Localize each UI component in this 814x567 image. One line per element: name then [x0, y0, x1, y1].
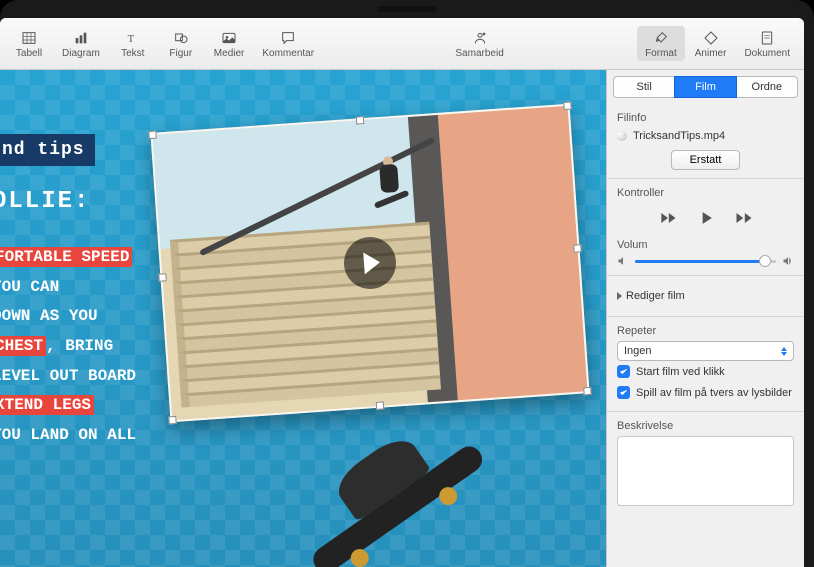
kommentar-button[interactable]: Kommentar: [254, 26, 322, 61]
tekst-button[interactable]: TTekst: [110, 26, 156, 61]
medier-button[interactable]: Medier: [206, 26, 253, 61]
kontroller-label: Kontroller: [617, 187, 794, 199]
start-on-click-label: Start film ved klikk: [636, 366, 725, 378]
slide-step-line: XTEND LEGS: [0, 393, 136, 419]
format-inspector-panel: Stil Film Ordne Filinfo TricksandTips.mp…: [606, 70, 804, 567]
tabell-button[interactable]: Tabell: [6, 26, 52, 61]
animer-button[interactable]: Animer: [687, 26, 735, 61]
movie-file-icon: [617, 131, 627, 141]
samarbeid-button[interactable]: Samarbeid: [447, 26, 511, 61]
play-button[interactable]: [692, 207, 720, 229]
description-label: Beskrivelse: [617, 420, 794, 432]
diagram-button[interactable]: Diagram: [54, 26, 108, 61]
tab-ordne[interactable]: Ordne: [737, 76, 798, 98]
main-toolbar: TabellDiagramTTekstFigurMedierKommentar …: [0, 18, 804, 70]
slide-step-line: FORTABLE SPEED: [0, 245, 136, 271]
figur-button[interactable]: Figur: [158, 26, 204, 61]
slide-canvas[interactable]: nd tips OLLIE: FORTABLE SPEED YOU CAN DOW…: [0, 70, 606, 567]
tab-stil[interactable]: Stil: [613, 76, 674, 98]
slide-step-line: YOU LAND ON ALL: [0, 423, 136, 449]
start-on-click-checkbox[interactable]: [617, 365, 630, 378]
volume-label: Volum: [617, 239, 794, 251]
volume-slider[interactable]: [635, 260, 776, 263]
volume-max-icon: [782, 255, 794, 267]
format-button[interactable]: Format: [637, 26, 685, 61]
description-textarea[interactable]: [617, 436, 794, 506]
slide-step-line: LEVEL OUT BOARD: [0, 364, 136, 390]
repeat-label: Repeter: [617, 325, 794, 337]
slide-text-block: nd tips OLLIE: FORTABLE SPEED YOU CAN DOW…: [0, 136, 136, 452]
edit-movie-disclosure[interactable]: Rediger film: [617, 284, 794, 308]
forward-button[interactable]: [730, 207, 758, 229]
edit-movie-label: Rediger film: [626, 290, 685, 302]
svg-text:T: T: [127, 34, 134, 45]
repeat-value: Ingen: [624, 345, 652, 357]
slide-heading: OLLIE:: [0, 183, 136, 221]
play-across-slides-checkbox[interactable]: [617, 386, 630, 399]
rewind-button[interactable]: [654, 207, 682, 229]
tab-film[interactable]: Film: [674, 76, 736, 98]
chevron-right-icon: [617, 292, 622, 300]
slide-step-line: CHEST, BRING: [0, 334, 136, 360]
video-frame[interactable]: [150, 104, 589, 423]
repeat-select[interactable]: Ingen: [617, 341, 794, 361]
select-stepper-icon: [781, 347, 787, 356]
dokument-button[interactable]: Dokument: [736, 26, 798, 61]
replace-button[interactable]: Erstatt: [671, 150, 741, 170]
play-across-slides-label: Spill av film på tvers av lysbilder: [636, 387, 792, 399]
slide-step-line: YOU CAN: [0, 275, 136, 301]
file-name: TricksandTips.mp4: [633, 130, 725, 142]
file-info-row: TricksandTips.mp4: [617, 128, 794, 144]
filinfo-label: Filinfo: [617, 112, 794, 124]
volume-min-icon: [617, 255, 629, 267]
slide-title-badge: nd tips: [0, 134, 95, 166]
slide-step-line: DOWN AS YOU: [0, 304, 136, 330]
